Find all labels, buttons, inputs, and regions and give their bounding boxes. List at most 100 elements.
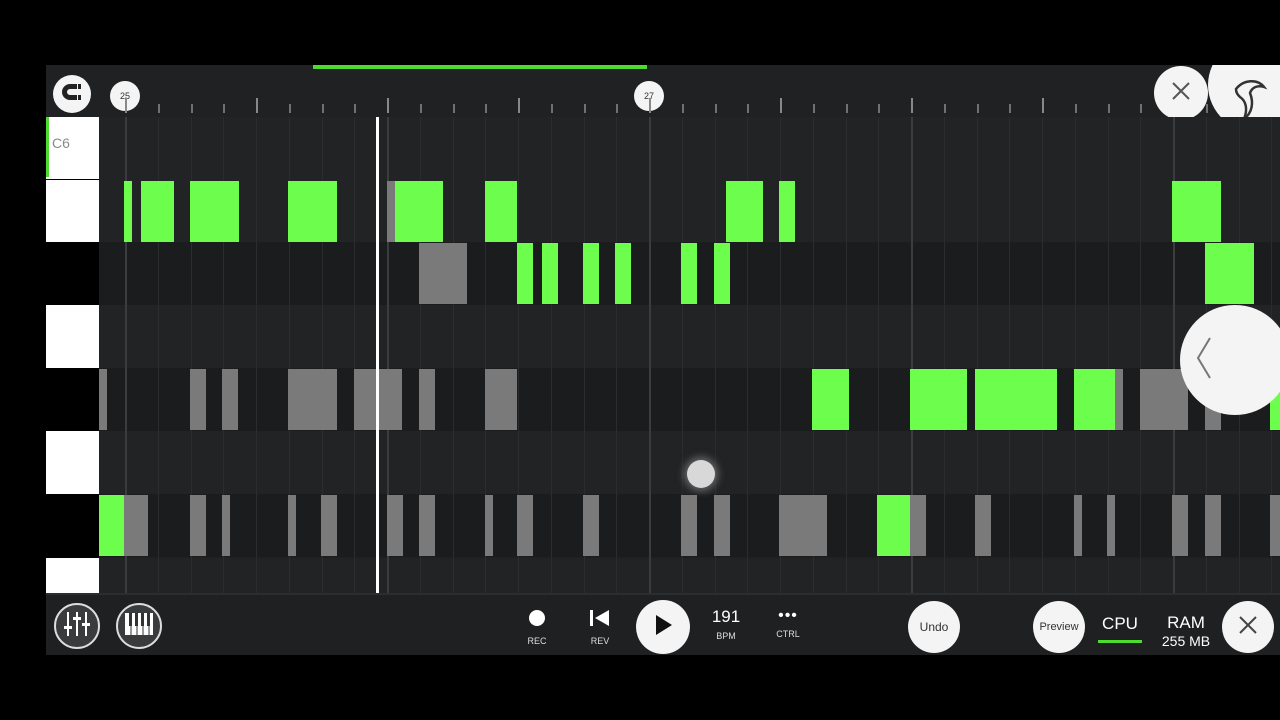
ghost-note-block[interactable]	[387, 495, 403, 556]
close-bottom-button[interactable]	[1222, 601, 1274, 653]
side-panel-toggle[interactable]	[1180, 305, 1280, 415]
note-block[interactable]	[1205, 243, 1254, 304]
ghost-note-block[interactable]	[1115, 369, 1123, 430]
note-block[interactable]	[288, 181, 337, 242]
ghost-note-block[interactable]	[485, 369, 517, 430]
mixer-button[interactable]	[54, 603, 100, 649]
ruler-tick	[419, 104, 422, 113]
playhead[interactable]	[376, 117, 379, 593]
note-block[interactable]	[681, 243, 697, 304]
note-block[interactable]	[714, 243, 730, 304]
ram-meter: RAM 255 MB	[1156, 614, 1216, 650]
note-block[interactable]	[141, 181, 174, 242]
piano-key-c6[interactable]: C6	[46, 117, 99, 179]
ghost-note-block[interactable]	[1140, 369, 1188, 430]
ghost-note-block[interactable]	[288, 495, 296, 556]
piano-key-black[interactable]	[46, 242, 99, 305]
note-block[interactable]	[779, 181, 795, 242]
bottom-toolbar: REC REV 191 BPM ••• CTRL Undo Preview CP…	[46, 593, 1280, 655]
piano-keyboard[interactable]: C6	[46, 117, 99, 593]
note-block[interactable]	[124, 181, 132, 242]
ruler-tick	[943, 104, 946, 113]
ghost-note-block[interactable]	[419, 495, 435, 556]
play-button[interactable]	[636, 600, 690, 654]
ghost-note-block[interactable]	[190, 369, 206, 430]
ghost-note-block[interactable]	[124, 495, 148, 556]
ruler-tick	[223, 104, 226, 113]
note-block[interactable]	[812, 369, 849, 430]
undo-button[interactable]: Undo	[908, 601, 960, 653]
ghost-note-block[interactable]	[910, 495, 926, 556]
ruler-tick	[812, 104, 815, 113]
piano-key-white[interactable]	[46, 305, 99, 368]
note-block[interactable]	[190, 181, 239, 242]
note-block[interactable]	[1172, 181, 1221, 242]
piano-key-white[interactable]	[46, 558, 99, 593]
ghost-note-block[interactable]	[1074, 495, 1082, 556]
rewind-icon	[589, 610, 611, 631]
ghost-note-block[interactable]	[288, 369, 337, 430]
ghost-note-block[interactable]	[190, 495, 206, 556]
ghost-note-block[interactable]	[222, 495, 230, 556]
piano-key-black[interactable]	[46, 494, 99, 557]
timeline-ruler[interactable]: 25 27	[46, 65, 1280, 135]
note-block[interactable]	[517, 243, 533, 304]
piano-key-white[interactable]	[46, 180, 99, 242]
key-label: C6	[52, 135, 70, 151]
note-block[interactable]	[485, 181, 517, 242]
ghost-note-block[interactable]	[485, 495, 493, 556]
preview-button[interactable]: Preview	[1033, 601, 1085, 653]
ghost-note-block[interactable]	[681, 495, 697, 556]
ctrl-button[interactable]: ••• CTRL	[768, 607, 808, 639]
ruler-tick	[1042, 98, 1044, 113]
tempo-control[interactable]: 191 BPM	[706, 607, 746, 641]
ghost-note-block[interactable]	[99, 369, 107, 430]
note-block[interactable]	[542, 243, 558, 304]
ruler-tick	[550, 104, 553, 113]
grid-line	[452, 117, 454, 593]
ghost-note-block[interactable]	[1107, 495, 1115, 556]
ruler-tick	[714, 104, 717, 113]
ghost-note-block[interactable]	[1205, 495, 1221, 556]
note-block[interactable]	[877, 495, 910, 556]
rewind-button[interactable]: REV	[587, 609, 613, 646]
ruler-tick	[321, 104, 324, 113]
ghost-note-block[interactable]	[387, 181, 395, 242]
ruler-tick	[485, 104, 488, 113]
note-block[interactable]	[1074, 369, 1115, 430]
piano-key-white[interactable]	[46, 431, 99, 494]
note-block[interactable]	[395, 181, 443, 242]
note-block[interactable]	[726, 181, 763, 242]
ghost-note-block[interactable]	[517, 495, 533, 556]
ghost-note-block[interactable]	[1270, 495, 1280, 556]
note-grid[interactable]	[99, 117, 1280, 593]
snap-button[interactable]	[53, 75, 91, 113]
ghost-note-block[interactable]	[419, 369, 435, 430]
selected-key-accent	[46, 117, 49, 177]
cpu-label: CPU	[1102, 614, 1138, 633]
ghost-note-block[interactable]	[419, 243, 467, 304]
ghost-note-block[interactable]	[779, 495, 827, 556]
ghost-note-block[interactable]	[975, 495, 991, 556]
grid-line	[943, 117, 945, 593]
ghost-note-block[interactable]	[1172, 495, 1188, 556]
note-block[interactable]	[910, 369, 967, 430]
note-block[interactable]	[975, 369, 1057, 430]
ruler-tick	[452, 104, 455, 113]
ruler-tick	[747, 104, 750, 113]
note-block[interactable]	[615, 243, 631, 304]
ghost-note-block[interactable]	[222, 369, 238, 430]
piano-key-black[interactable]	[46, 368, 99, 431]
scroll-position-indicator[interactable]	[313, 65, 647, 69]
note-block[interactable]	[583, 243, 599, 304]
ghost-note-block[interactable]	[583, 495, 599, 556]
more-icon: •••	[778, 607, 798, 624]
piano-roll-button[interactable]	[116, 603, 162, 649]
ghost-note-block[interactable]	[714, 495, 730, 556]
close-button[interactable]	[1154, 66, 1208, 120]
ram-value: 255 MB	[1161, 633, 1211, 649]
record-button[interactable]: REC	[524, 609, 550, 646]
note-block[interactable]	[99, 495, 124, 556]
grid-line	[1140, 117, 1142, 593]
ghost-note-block[interactable]	[321, 495, 337, 556]
